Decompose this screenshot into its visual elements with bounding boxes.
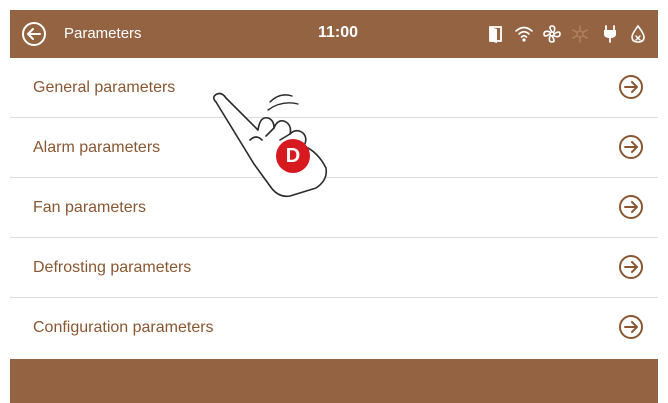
menu-item-defrosting-parameters[interactable]: Defrosting parameters — [10, 238, 658, 298]
circle-arrow-right-icon[interactable] — [618, 74, 644, 100]
menu-item-label: Configuration parameters — [33, 319, 214, 336]
d-badge: D — [276, 139, 310, 173]
circle-arrow-right-icon[interactable] — [618, 254, 644, 280]
menu-item-label: Defrosting parameters — [33, 259, 192, 276]
menu-item-label: Alarm parameters — [33, 139, 161, 156]
menu-item-configuration-parameters[interactable]: Configuration parameters — [10, 298, 658, 358]
menu-item-label: Fan parameters — [33, 199, 146, 216]
water-drop-icon — [631, 24, 645, 43]
header-bar: Parameters 11:00 — [10, 10, 658, 58]
circle-arrow-right-icon[interactable] — [618, 134, 644, 160]
footer-bar — [10, 359, 658, 403]
plug-icon — [604, 25, 616, 43]
clock-time: 11:00 — [318, 24, 359, 41]
circle-arrow-right-icon[interactable] — [618, 194, 644, 220]
wifi-icon — [515, 26, 533, 42]
page-title: Parameters — [64, 25, 142, 42]
fan-icon — [543, 25, 561, 43]
defrost-icon — [572, 25, 588, 43]
menu-item-label: General parameters — [33, 79, 176, 96]
door-icon — [489, 26, 502, 43]
circle-arrow-left-icon[interactable] — [21, 21, 47, 47]
circle-arrow-right-icon[interactable] — [618, 314, 644, 340]
back-button[interactable] — [21, 21, 47, 47]
